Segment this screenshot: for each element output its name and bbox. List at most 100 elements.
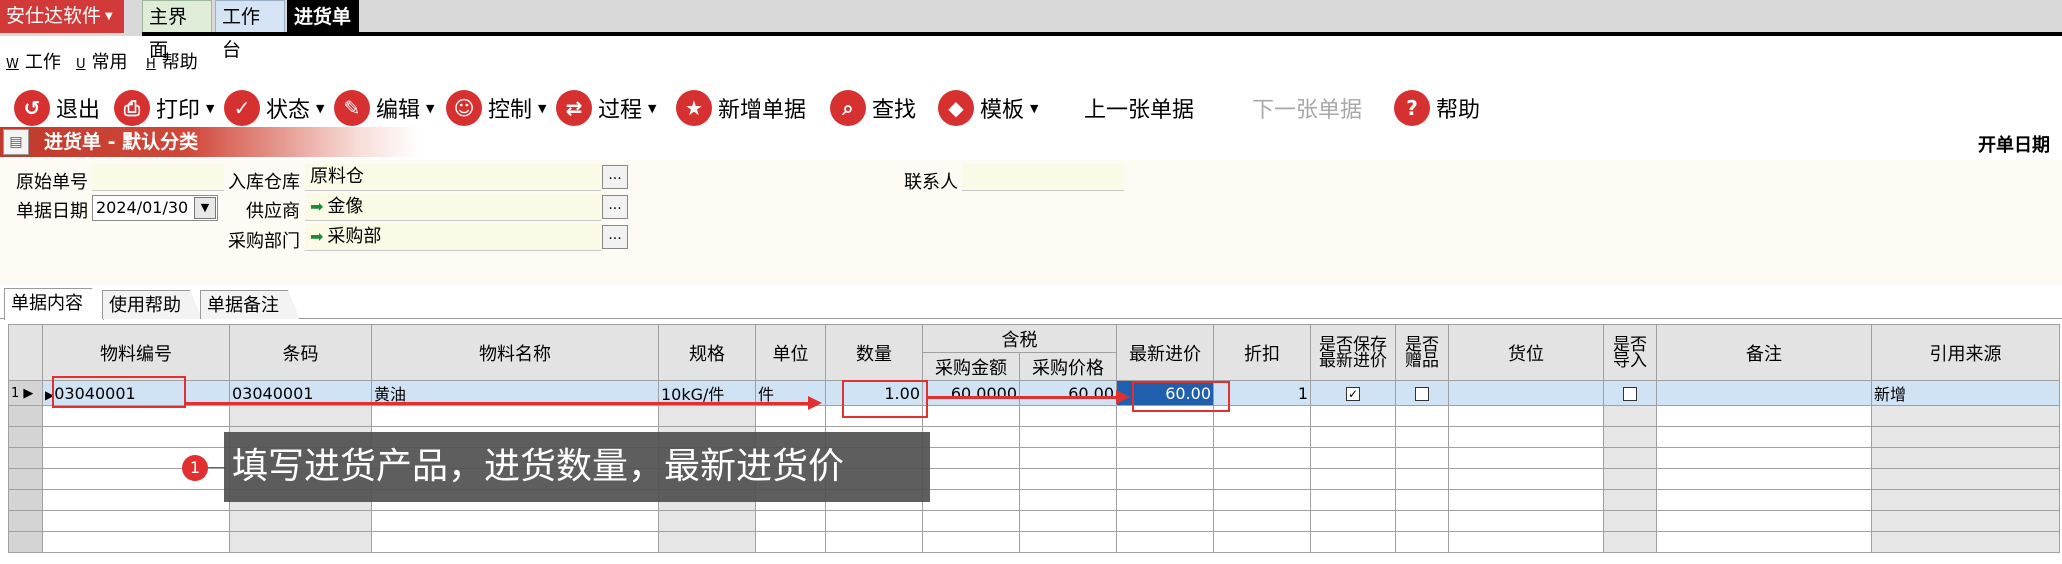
grid-cell[interactable]	[1213, 447, 1311, 469]
cell-location[interactable]	[1448, 380, 1604, 406]
grid-cell[interactable]	[755, 510, 826, 532]
edit-button[interactable]: ✎ 编辑 ▼	[334, 86, 434, 130]
grid-cell[interactable]	[1213, 489, 1311, 511]
col-gift[interactable]: 是否赠品	[1395, 324, 1449, 381]
col-code[interactable]: 物料编号	[42, 324, 230, 381]
grid-cell[interactable]	[1310, 531, 1396, 553]
grid-cell[interactable]	[371, 531, 659, 553]
grid-cell[interactable]	[922, 426, 1020, 448]
cell-amount[interactable]: 60.0000	[922, 380, 1020, 406]
grid-cell[interactable]	[1213, 468, 1311, 490]
grid-cell[interactable]	[922, 405, 1020, 427]
grid-cell[interactable]	[1656, 489, 1872, 511]
grid-cell[interactable]	[1019, 447, 1117, 469]
col-location[interactable]: 货位	[1448, 324, 1604, 381]
grid-cell[interactable]	[1448, 447, 1604, 469]
template-button[interactable]: ◆ 模板 ▼	[938, 86, 1038, 130]
tab-workbench[interactable]: 工作台	[215, 0, 285, 61]
col-unit[interactable]: 单位	[755, 324, 826, 381]
grid-cell[interactable]	[1213, 531, 1311, 553]
grid-cell[interactable]	[1448, 510, 1604, 532]
grid-cell[interactable]	[1395, 426, 1449, 448]
help-button[interactable]: ? 帮助	[1394, 86, 1480, 130]
grid-cell[interactable]	[1656, 468, 1872, 490]
supplier-field[interactable]: ➡ 金像	[305, 194, 601, 221]
col-source[interactable]: 引用来源	[1871, 324, 2060, 381]
cell-remark[interactable]	[1656, 380, 1872, 406]
grid-cell[interactable]	[1310, 447, 1396, 469]
grid-cell[interactable]	[1310, 489, 1396, 511]
col-qty[interactable]: 数量	[825, 324, 923, 381]
grid-cell[interactable]	[1656, 447, 1872, 469]
row-header[interactable]: 1 ▶	[8, 380, 43, 406]
tab-purchase-order[interactable]: 进货单	[287, 0, 359, 33]
grid-cell[interactable]	[1116, 468, 1214, 490]
col-name[interactable]: 物料名称	[371, 324, 659, 381]
grid-cell[interactable]	[1395, 447, 1449, 469]
find-button[interactable]: ⌕ 查找	[830, 86, 916, 130]
subtab-help[interactable]: 使用帮助	[102, 290, 202, 319]
doc-date-picker[interactable]: 2024/01/30 ▼	[92, 195, 218, 221]
grid-cell[interactable]	[371, 510, 659, 532]
grid-cell[interactable]	[1019, 489, 1117, 511]
col-latest-price[interactable]: 最新进价	[1116, 324, 1214, 381]
grid-cell[interactable]	[1019, 426, 1117, 448]
print-button[interactable]: ⎙ 打印 ▼	[114, 86, 214, 130]
grid-cell[interactable]	[1116, 510, 1214, 532]
grid-cell[interactable]	[1395, 405, 1449, 427]
menu-common[interactable]: U 常用	[76, 48, 128, 80]
grid-cell[interactable]	[42, 405, 230, 427]
grid-cell[interactable]	[1310, 405, 1396, 427]
grid-cell[interactable]	[1019, 531, 1117, 553]
gift-checkbox[interactable]	[1415, 387, 1429, 401]
grid-cell[interactable]	[755, 531, 826, 553]
contact-field[interactable]	[962, 164, 1124, 191]
subtab-content[interactable]: 单据内容	[4, 288, 104, 320]
grid-cell[interactable]	[1116, 447, 1214, 469]
grid-cell[interactable]	[1656, 405, 1872, 427]
col-import[interactable]: 是否导入	[1603, 324, 1657, 381]
row-header[interactable]	[8, 405, 43, 427]
grid-cell[interactable]	[1395, 510, 1449, 532]
grid-cell[interactable]	[42, 531, 230, 553]
col-barcode[interactable]: 条码	[229, 324, 372, 381]
table-row[interactable]	[8, 405, 2060, 427]
subtab-notes[interactable]: 单据备注	[200, 290, 300, 319]
original-no-field[interactable]	[92, 164, 224, 191]
prev-doc-button[interactable]: 上一张单据	[1084, 86, 1194, 130]
grid-cell[interactable]	[42, 510, 230, 532]
row-header[interactable]	[8, 447, 43, 469]
chevron-down-icon[interactable]: ▼	[194, 197, 216, 219]
menu-work[interactable]: W 工作	[6, 48, 61, 80]
col-discount[interactable]: 折扣	[1213, 324, 1311, 381]
grid-cell[interactable]	[1310, 468, 1396, 490]
grid-cell[interactable]	[922, 447, 1020, 469]
grid-cell[interactable]	[1448, 489, 1604, 511]
supplier-browse-button[interactable]: ...	[602, 195, 628, 219]
grid-cell[interactable]	[1116, 531, 1214, 553]
table-row[interactable]	[8, 531, 2060, 553]
grid-cell[interactable]	[922, 468, 1020, 490]
grid-cell[interactable]	[1019, 510, 1117, 532]
grid-cell[interactable]	[1116, 489, 1214, 511]
col-amount[interactable]: 采购金额	[922, 352, 1020, 381]
col-save-latest[interactable]: 是否保存最新进价	[1310, 324, 1396, 381]
row-header[interactable]	[8, 531, 43, 553]
table-row[interactable]	[8, 510, 2060, 532]
row-header[interactable]	[8, 468, 43, 490]
col-price[interactable]: 采购价格	[1019, 352, 1117, 381]
exit-button[interactable]: ↺ 退出	[14, 86, 100, 130]
dept-field[interactable]: ➡ 采购部	[305, 224, 601, 251]
grid-cell[interactable]	[1656, 510, 1872, 532]
grid-cell[interactable]	[922, 531, 1020, 553]
dept-browse-button[interactable]: ...	[602, 225, 628, 249]
grid-cell[interactable]	[922, 510, 1020, 532]
process-button[interactable]: ⇄ 过程 ▼	[556, 86, 656, 130]
grid-cell[interactable]	[1213, 510, 1311, 532]
grid-cell[interactable]	[1448, 405, 1604, 427]
grid-cell[interactable]	[1395, 468, 1449, 490]
grid-cell[interactable]	[1310, 426, 1396, 448]
next-doc-button[interactable]: 下一张单据	[1252, 86, 1362, 130]
row-header[interactable]	[8, 510, 43, 532]
grid-cell[interactable]	[42, 489, 230, 511]
